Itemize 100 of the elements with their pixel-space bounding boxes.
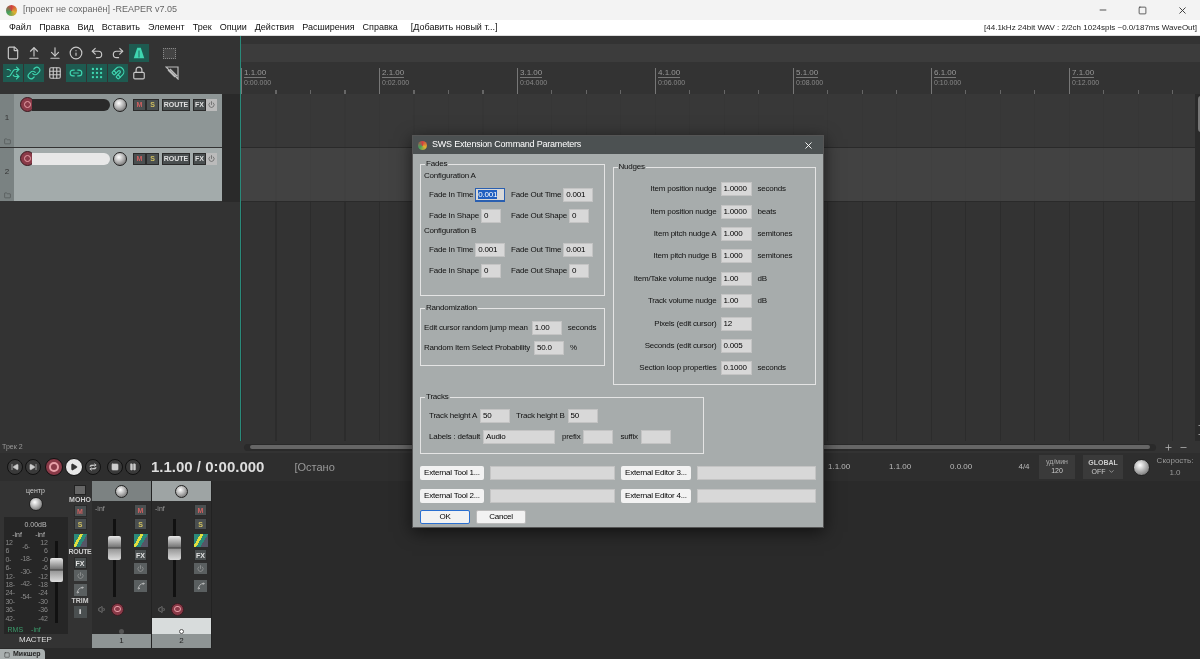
menu-item[interactable]: Трек bbox=[188, 20, 216, 35]
field-label: seconds bbox=[757, 362, 786, 375]
envelope-button[interactable] bbox=[73, 584, 87, 596]
pan-knob[interactable] bbox=[175, 484, 188, 498]
field-label: Track volume nudge bbox=[647, 295, 717, 308]
external-tool-button[interactable]: External Tool 2... bbox=[420, 489, 484, 503]
input-field[interactable]: 0 bbox=[568, 208, 589, 223]
input-field[interactable]: 0.001 bbox=[475, 187, 506, 202]
fader-handle[interactable] bbox=[167, 536, 181, 561]
menu-item[interactable]: Расширения bbox=[298, 20, 359, 35]
record-arm-button[interactable] bbox=[111, 602, 124, 616]
input-field[interactable] bbox=[489, 489, 615, 503]
input-field[interactable]: 1.000 bbox=[720, 249, 752, 264]
menu-item[interactable]: Файл bbox=[5, 20, 36, 35]
field-label: semitones bbox=[757, 227, 793, 240]
toolbar-button[interactable] bbox=[129, 44, 149, 62]
input-field[interactable]: 50 bbox=[480, 409, 511, 423]
dialog-button[interactable]: OK bbox=[420, 510, 470, 524]
route-button[interactable] bbox=[133, 534, 148, 547]
input-field[interactable]: 0 bbox=[480, 263, 501, 278]
field-label: Labels : default bbox=[429, 431, 481, 443]
route-button[interactable] bbox=[73, 534, 87, 547]
menu-item[interactable]: Вид bbox=[73, 20, 98, 35]
dialog-button[interactable]: Cancel bbox=[476, 510, 526, 524]
info-icon bbox=[69, 46, 83, 60]
toolbar-button[interactable] bbox=[66, 64, 86, 82]
input-field[interactable]: 1.00 bbox=[531, 321, 562, 335]
input-field[interactable]: 1.00 bbox=[720, 271, 752, 286]
menu-item[interactable]: Действия bbox=[250, 20, 299, 35]
input-field[interactable] bbox=[696, 489, 816, 503]
input-field[interactable]: 0.001 bbox=[475, 242, 506, 257]
menu-item[interactable]: Элемент bbox=[144, 20, 189, 35]
field-label: Track height B bbox=[516, 410, 565, 422]
input-field[interactable]: Audio bbox=[483, 430, 556, 444]
input-field[interactable] bbox=[696, 466, 816, 480]
record-button[interactable] bbox=[45, 458, 63, 476]
status-text: [Остано bbox=[294, 459, 335, 475]
transport-button[interactable] bbox=[65, 458, 83, 476]
transport-button[interactable] bbox=[25, 459, 41, 475]
toolbar-button[interactable] bbox=[108, 64, 128, 82]
input-field[interactable]: 0.1000 bbox=[720, 361, 752, 376]
input-field[interactable]: 0 bbox=[568, 263, 589, 278]
field-label: Item position nudge bbox=[650, 183, 717, 196]
toolbar-button[interactable] bbox=[3, 64, 23, 82]
record-arm-button[interactable] bbox=[171, 602, 184, 616]
input-field[interactable]: 0.001 bbox=[563, 187, 594, 202]
input-field[interactable]: 1.00 bbox=[720, 294, 752, 309]
input-field[interactable] bbox=[640, 430, 671, 444]
transport-button[interactable] bbox=[85, 459, 101, 475]
power-button[interactable] bbox=[73, 570, 87, 581]
close-icon[interactable] bbox=[1177, 4, 1188, 16]
envelope-button[interactable] bbox=[134, 580, 147, 592]
bar-label: 1.1.00 bbox=[244, 68, 267, 78]
input-field[interactable]: 1.000 bbox=[720, 226, 752, 241]
close-icon[interactable] bbox=[803, 139, 814, 151]
mono-button[interactable] bbox=[74, 485, 86, 495]
menu-item[interactable]: Вставить bbox=[97, 20, 144, 35]
fader-handle[interactable] bbox=[107, 536, 121, 561]
window-title: [проект не сохранён] -REAPER v7.05 bbox=[23, 3, 178, 17]
input-field[interactable]: 0.001 bbox=[563, 242, 594, 257]
input-field[interactable] bbox=[489, 466, 615, 480]
menu-item[interactable]: Справка bbox=[358, 20, 402, 35]
fader-handle[interactable] bbox=[50, 557, 63, 582]
pan-knob[interactable] bbox=[28, 496, 43, 511]
input-field[interactable]: 0.005 bbox=[720, 338, 752, 353]
toolbar-button[interactable] bbox=[163, 65, 181, 81]
section-label: Configuration A bbox=[424, 171, 477, 181]
group-title: Nudges bbox=[617, 162, 646, 172]
external-tool-button[interactable]: External Editor 3... bbox=[621, 466, 691, 480]
menu-item[interactable]: Правка bbox=[35, 20, 74, 35]
input-field[interactable] bbox=[583, 430, 614, 444]
input-field[interactable]: 1.0000 bbox=[720, 204, 752, 219]
input-field[interactable]: 0 bbox=[480, 208, 501, 223]
link-icon bbox=[27, 66, 41, 80]
menu-item[interactable]: Опции bbox=[215, 20, 251, 35]
plus-icon[interactable] bbox=[1164, 442, 1173, 452]
rate-knob[interactable] bbox=[1133, 458, 1150, 476]
input-field[interactable]: 50 bbox=[567, 409, 598, 423]
transport-button[interactable] bbox=[107, 459, 123, 475]
power-icon bbox=[197, 565, 204, 572]
field-label: Edit cursor random jump mean bbox=[424, 322, 528, 334]
external-tool-button[interactable]: External Editor 4... bbox=[621, 489, 691, 503]
info-button[interactable]: i bbox=[73, 606, 87, 618]
maximize-icon[interactable] bbox=[1138, 5, 1147, 15]
volume-knob[interactable] bbox=[113, 151, 127, 166]
envelope-button[interactable] bbox=[194, 580, 207, 592]
input-field[interactable]: 12 bbox=[720, 316, 752, 331]
input-field[interactable]: 50.0 bbox=[534, 341, 565, 355]
route-button[interactable] bbox=[193, 534, 208, 547]
transport-button[interactable] bbox=[7, 459, 23, 475]
pan-knob[interactable] bbox=[115, 484, 128, 498]
menu-item[interactable]: [Добавить новый т...] bbox=[406, 20, 502, 35]
toolbar-button[interactable] bbox=[24, 64, 44, 82]
bar-label: 2.1.00 bbox=[382, 68, 405, 78]
external-tool-button[interactable]: External Tool 1... bbox=[420, 466, 484, 480]
input-field[interactable]: 1.0000 bbox=[720, 182, 752, 197]
toolbar-button[interactable] bbox=[87, 64, 107, 82]
bar-label: 3.1.00 bbox=[520, 68, 543, 78]
volume-knob[interactable] bbox=[113, 97, 127, 112]
transport-button[interactable] bbox=[125, 459, 141, 475]
